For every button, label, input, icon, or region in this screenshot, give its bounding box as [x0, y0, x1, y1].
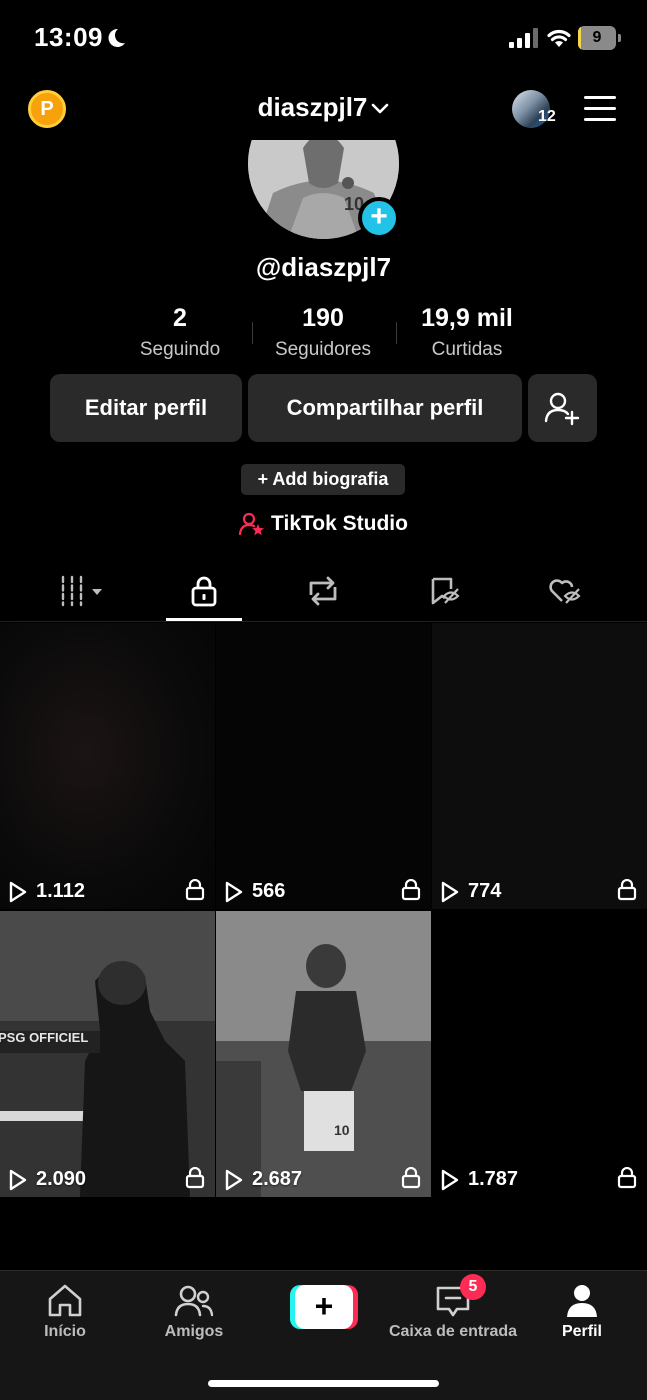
tab-videos[interactable]: [44, 562, 124, 620]
add-avatar-button[interactable]: +: [358, 197, 400, 239]
battery-level: 9: [592, 29, 602, 46]
add-user-icon: [544, 392, 580, 426]
video-caption-overlay: PSG OFFICIEL: [0, 1030, 88, 1045]
menu-icon[interactable]: [584, 96, 616, 122]
view-count-text: 2.090: [36, 1168, 87, 1190]
view-count: 2.687: [224, 1168, 302, 1191]
lock-icon: [191, 576, 217, 607]
share-profile-button[interactable]: Compartilhar perfil: [248, 374, 522, 442]
stat-followers[interactable]: 190 Seguidores: [258, 304, 388, 361]
view-count-text: 1.787: [468, 1168, 519, 1190]
nav-label: Caixa de entrada: [388, 1323, 518, 1340]
stat-label: Seguidores: [274, 339, 372, 360]
username-title: diaszpjl7: [257, 92, 368, 122]
view-count: 566: [224, 880, 285, 903]
home-icon: [48, 1284, 82, 1317]
video-thumbnail[interactable]: 774: [432, 623, 647, 909]
lock-icon: [401, 879, 421, 901]
play-icon: [225, 1169, 243, 1190]
edit-profile-button[interactable]: Editar perfil: [50, 374, 242, 442]
hidden-heart-icon: [549, 579, 581, 604]
create-button[interactable]: +: [290, 1285, 358, 1329]
tab-reposts[interactable]: [283, 562, 363, 620]
nav-home[interactable]: Início: [0, 1283, 130, 1341]
tab-liked[interactable]: [524, 562, 604, 620]
thumbnail-image: PSG OFFICIEL: [0, 911, 215, 1197]
video-thumbnail[interactable]: 10 2.687: [216, 911, 431, 1197]
video-thumbnail[interactable]: 566: [216, 623, 431, 909]
wifi-icon: [547, 29, 571, 47]
view-count-text: 1.112: [36, 880, 85, 902]
view-count-text: 2.687: [252, 1168, 303, 1190]
profile-tabs: [0, 562, 647, 622]
view-count-text: 774: [468, 880, 502, 902]
battery-indicator: 9: [578, 26, 622, 50]
view-count-text: 566: [252, 880, 286, 902]
stat-divider: [252, 322, 253, 344]
svg-text:10: 10: [334, 1122, 350, 1138]
friends-icon: [174, 1285, 214, 1317]
stat-divider: [396, 322, 397, 344]
thumbnail-image: 10: [216, 911, 431, 1197]
play-icon: [9, 881, 27, 902]
home-indicator[interactable]: [208, 1380, 439, 1387]
stat-label: Seguindo: [139, 339, 221, 360]
nav-label: Amigos: [164, 1323, 224, 1340]
battery-tip: [618, 34, 621, 42]
tab-favorites[interactable]: [404, 562, 484, 620]
stat-value: 19,9 mil: [421, 304, 513, 332]
video-thumbnail[interactable]: PSG OFFICIEL 2.090: [0, 911, 215, 1197]
repost-icon: [309, 576, 337, 606]
chevron-down-icon: [372, 103, 389, 114]
status-bar: 13:09 9: [0, 0, 647, 80]
tiktok-studio-link[interactable]: TikTok Studio: [0, 512, 647, 536]
nav-inbox[interactable]: Caixa de entrada: [388, 1283, 518, 1341]
stat-following[interactable]: 2 Seguindo: [120, 304, 240, 361]
status-time: 13:09: [34, 22, 103, 52]
nav-profile[interactable]: Perfil: [517, 1283, 647, 1341]
stat-label: Curtidas: [431, 339, 503, 360]
lock-icon: [185, 1167, 205, 1189]
stat-value: 2: [173, 304, 187, 332]
nav-label: Perfil: [561, 1323, 602, 1340]
view-count: 1.112: [8, 880, 85, 903]
video-thumbnail[interactable]: 1.112: [0, 623, 215, 909]
view-count: 2.090: [8, 1168, 86, 1191]
view-count: 1.787: [440, 1168, 518, 1191]
nav-label: Início: [44, 1323, 86, 1340]
profile-icon: [567, 1285, 597, 1317]
cellular-signal-icon: [509, 28, 538, 48]
add-friend-button[interactable]: [528, 374, 597, 442]
lock-icon: [185, 879, 205, 901]
lock-icon: [401, 1167, 421, 1189]
studio-label: TikTok Studio: [271, 512, 408, 535]
play-icon: [225, 881, 243, 902]
grid-icon: [61, 575, 102, 607]
play-icon: [441, 881, 459, 902]
stat-likes[interactable]: 19,9 mil Curtidas: [402, 304, 532, 361]
studio-icon: [238, 513, 265, 536]
create-plus-icon: +: [295, 1285, 353, 1329]
stat-value: 190: [302, 304, 344, 332]
video-thumbnail[interactable]: 1.787: [432, 911, 647, 1197]
active-tab-indicator: [166, 618, 242, 621]
moon-icon: [108, 28, 125, 47]
nav-friends[interactable]: Amigos: [129, 1283, 259, 1341]
hidden-bookmark-icon: [431, 577, 460, 605]
add-bio-button[interactable]: + Add biografia: [241, 464, 405, 495]
play-icon: [441, 1169, 459, 1190]
inbox-badge: 5: [460, 1274, 486, 1300]
friends-count: 12: [538, 108, 556, 125]
view-count: 774: [440, 880, 501, 903]
play-icon: [9, 1169, 27, 1190]
tab-private[interactable]: [164, 562, 244, 620]
battery-icon: 9: [578, 26, 616, 50]
lock-icon: [617, 879, 637, 901]
lock-icon: [617, 1167, 637, 1189]
profile-handle: @diaszpjl7: [255, 252, 392, 282]
